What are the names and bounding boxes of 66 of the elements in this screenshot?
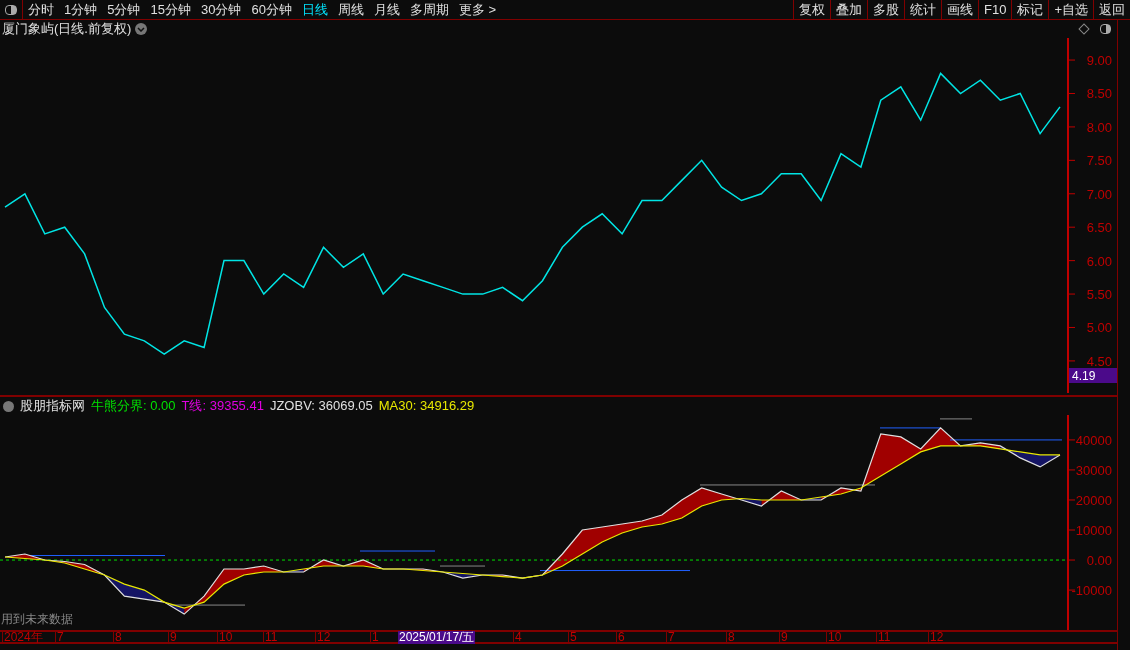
time-axis-label: 5 [568, 631, 577, 644]
time-axis-label: 7 [666, 631, 675, 644]
axis-tick-label: 8.50 [1086, 86, 1112, 102]
axis-tick-label: 30000 [1075, 462, 1112, 478]
toolbar-button[interactable]: F10 [978, 0, 1012, 19]
toolbar-button[interactable]: 标记 [1011, 0, 1049, 19]
time-axis-label: 7 [55, 631, 64, 644]
time-axis-label: 9 [168, 631, 177, 644]
time-axis-label: 12 [315, 631, 331, 644]
axis-tick-label: 8.00 [1086, 119, 1112, 135]
toolbar-button[interactable]: 画线 [941, 0, 978, 19]
time-axis-label: 9 [779, 631, 788, 644]
period-tab[interactable]: 5分钟 [107, 0, 141, 20]
chart-title: 厦门象屿(日线.前复权) [1, 20, 132, 39]
period-tab[interactable]: 1分钟 [64, 0, 98, 20]
axis-tick-label: 4.50 [1086, 353, 1112, 369]
price-tag: 4.19 [1069, 368, 1117, 383]
time-axis-label: 12 [928, 631, 944, 644]
axis-tick-label: 5.00 [1086, 320, 1112, 336]
axis-tick-label: 7.50 [1086, 153, 1112, 169]
axis-tick-label: 20000 [1075, 493, 1112, 508]
dropdown-icon[interactable] [135, 23, 148, 35]
axis-tick-label: 9.00 [1086, 53, 1112, 69]
time-axis-label: 2025/01/17/五 [398, 631, 476, 644]
legend-value: T线: 39355.41 [181, 397, 264, 416]
period-tab[interactable]: 15分钟 [150, 0, 191, 20]
period-tab[interactable]: 60分钟 [251, 0, 292, 20]
toolbar-button[interactable]: +自选 [1048, 0, 1093, 19]
axis-tick-label: -10000 [1071, 583, 1112, 599]
warning-note: 用到未来数据 [1, 611, 73, 628]
panel-icon [5, 4, 17, 15]
toolbar-button[interactable]: 复权 [793, 0, 830, 19]
time-axis-label: 11 [876, 631, 891, 644]
collapse-icon[interactable] [3, 400, 14, 412]
period-tab[interactable]: 分时 [28, 0, 54, 20]
indicator-title: 股朋指标网 [20, 397, 85, 416]
legend-value: MA30: 34916.29 [378, 397, 475, 416]
period-tab[interactable]: 30分钟 [200, 0, 242, 20]
toolbar-button[interactable]: 返回 [1093, 0, 1130, 19]
time-axis-label: 1 [370, 631, 379, 644]
panel-icon[interactable] [1100, 24, 1111, 34]
time-axis-label: 10 [217, 631, 233, 644]
time-axis-label: 8 [113, 631, 122, 644]
legend-value: JZOBV: 36069.05 [269, 397, 373, 416]
period-tab[interactable]: 多周期 [409, 0, 449, 20]
axis-tick-label: 0.00 [1086, 553, 1112, 569]
axis-tick-label: 6.00 [1086, 253, 1112, 269]
period-tab[interactable]: 更多 > [458, 0, 497, 20]
legend-value: 牛熊分界: 0.00 [91, 397, 176, 416]
period-tab[interactable]: 周线 [337, 0, 364, 20]
axis-tick-label: 40000 [1075, 432, 1112, 448]
time-axis-label: 11 [263, 631, 278, 644]
toolbar-button[interactable]: 叠加 [830, 0, 867, 19]
time-axis-label: 6 [616, 631, 625, 644]
axis-tick-label: 10000 [1075, 523, 1112, 538]
time-axis-label: 2024年 [2, 631, 43, 644]
time-axis-label: 4 [513, 631, 522, 644]
toolbar-button[interactable]: 多股 [867, 0, 904, 19]
axis-tick-label: 6.50 [1086, 220, 1112, 236]
axis-tick-label: 5.50 [1086, 287, 1112, 303]
period-tab[interactable]: 日线 [301, 0, 328, 20]
period-tab[interactable]: 月线 [373, 0, 400, 20]
time-axis-label: 8 [726, 631, 735, 644]
time-axis-label: 10 [826, 631, 842, 644]
toolbar-button[interactable]: 统计 [904, 0, 941, 19]
axis-tick-label: 7.00 [1086, 186, 1112, 202]
